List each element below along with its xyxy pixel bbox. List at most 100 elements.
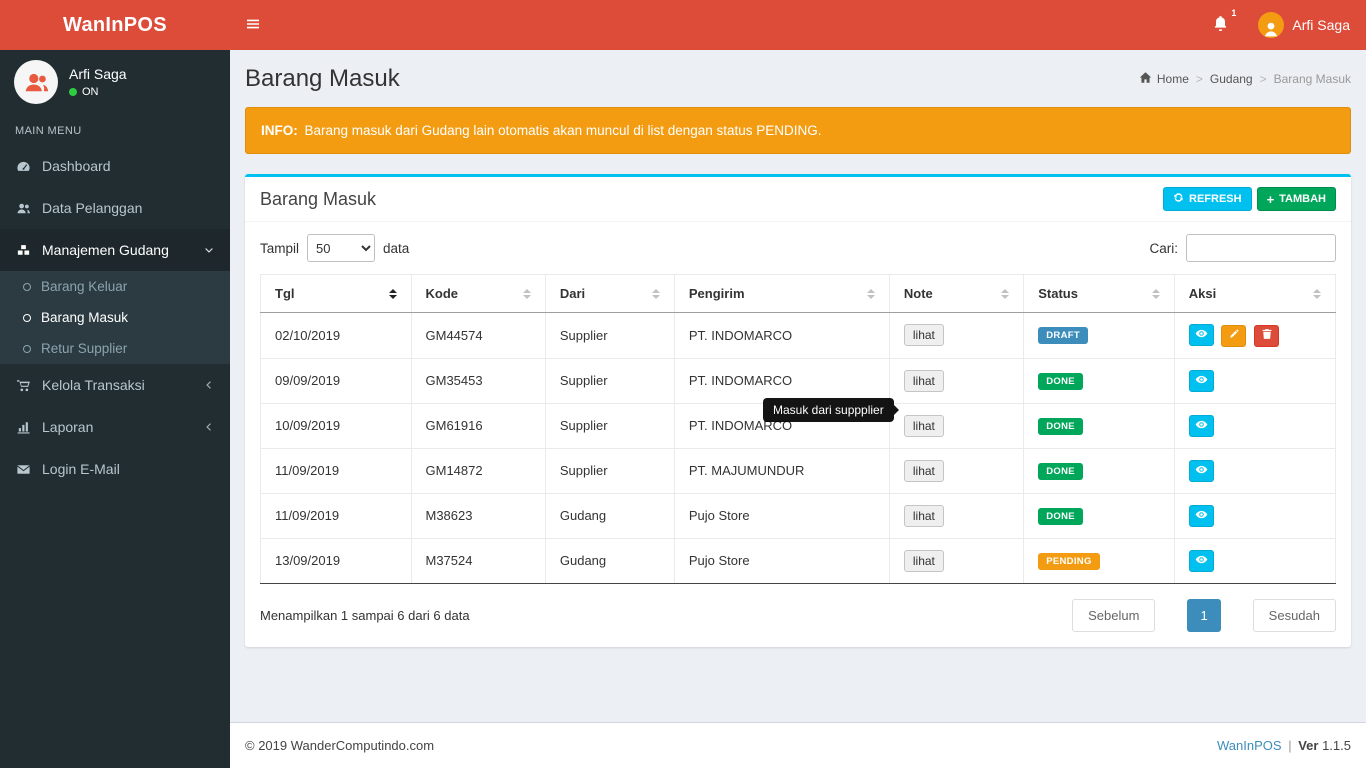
dashboard-icon [15,159,32,174]
cell-aksi [1173,312,1337,359]
cell-tgl: 10/09/2019 [260,402,412,449]
sidebar-item-laporan[interactable]: Laporan [0,406,230,448]
sidebar-toggle-button[interactable] [230,0,276,50]
refresh-button[interactable]: REFRESH [1163,187,1252,211]
table-header-row: Tgl Kode Dari Pengirim Note Status Aksi [260,274,1337,313]
table-controls: Tampil 50 data Cari: [260,234,1336,262]
view-button[interactable] [1188,459,1214,482]
sidebar-section-label: MAIN MENU [15,125,82,137]
view-button[interactable] [1188,504,1214,527]
status-badge: DONE [1038,462,1083,480]
cell-aksi [1173,402,1337,449]
sidebar-item-label: Laporan [42,419,94,435]
table-row: 11/09/2019 M38623 Gudang Pujo Store liha… [260,492,1337,539]
cell-pengirim: Pujo Store [673,537,890,584]
sidebar-item-retur-supplier[interactable]: Retur Supplier [0,333,230,364]
lihat-button[interactable]: lihat [903,414,944,437]
search-input[interactable] [1186,234,1336,262]
sidebar-item-label: Retur Supplier [41,341,128,356]
length-select[interactable]: 50 [307,234,376,262]
lihat-button[interactable]: lihat [903,504,944,527]
online-status-label: ON [82,86,99,98]
view-button[interactable] [1188,549,1214,572]
delete-button[interactable] [1254,324,1279,347]
pagination: Sebelum 1 Sesudah [1072,598,1336,632]
sidebar-user-status: ON [69,86,127,98]
cell-kode: M37524 [410,537,546,584]
cell-dari: Supplier [544,312,675,359]
panel-title: Barang Masuk [260,188,377,209]
view-button[interactable] [1188,324,1214,346]
column-header-kode[interactable]: Kode [410,274,546,313]
info-alert: INFO: Barang masuk dari Gudang lain otom… [245,107,1351,154]
cell-note: lihat [888,312,1025,359]
sort-icon [1151,288,1160,299]
cell-tgl: 11/09/2019 [260,492,412,539]
column-header-pengirim[interactable]: Pengirim [673,274,890,313]
breadcrumb-separator: > [1259,72,1267,86]
user-menu[interactable]: Arfi Saga [1242,0,1366,50]
sidebar-item-data-pelanggan[interactable]: Data Pelanggan [0,187,230,229]
sidebar-item-barang-masuk[interactable]: Barang Masuk [0,302,230,333]
lihat-button[interactable]: lihat [903,549,944,572]
cell-aksi [1173,492,1337,539]
tambah-button[interactable]: + TAMBAH [1256,187,1336,211]
sort-icon [1313,288,1321,299]
cell-kode: GM44574 [410,312,546,359]
sort-icon [388,288,397,299]
sidebar-item-kelola-transaksi[interactable]: Kelola Transaksi [0,364,230,406]
chevron-down-icon [203,244,215,256]
column-header-note[interactable]: Note [888,274,1025,313]
eye-icon [1195,508,1208,524]
app-window: WanInPOS 1 Arfi Saga Arfi Saga ON MAIN M… [0,0,1366,768]
column-header-dari[interactable]: Dari [544,274,675,313]
sort-icon [651,288,660,299]
column-header-status[interactable]: Status [1023,274,1175,313]
tooltip-text: Masuk dari suppplier [773,403,884,417]
sort-icon [1001,288,1010,299]
pagination-next-button[interactable]: Sesudah [1252,598,1336,632]
sidebar-item-label: Manajemen Gudang [42,242,169,258]
bell-icon [1213,16,1228,34]
cell-status: DONE [1023,357,1175,404]
column-header-aksi[interactable]: Aksi [1173,274,1337,313]
eye-icon [1195,463,1208,479]
circle-icon [23,344,31,353]
page-footer: © 2019 WanderComputindo.com WanInPOS | V… [230,722,1366,768]
sort-icon [866,288,875,299]
sidebar-item-dashboard[interactable]: Dashboard [0,145,230,187]
sidebar-item-manajemen-gudang[interactable]: Manajemen Gudang [0,229,230,271]
cell-status: DONE [1023,402,1175,449]
sidebar-item-login-email[interactable]: Login E-Mail [0,448,230,490]
status-badge: DONE [1038,417,1083,435]
column-header-tgl[interactable]: Tgl [260,274,412,313]
cell-aksi [1173,357,1337,404]
sidebar-item-barang-keluar[interactable]: Barang Keluar [0,271,230,302]
view-button[interactable] [1188,414,1214,437]
lihat-button[interactable]: lihat [903,369,944,392]
cell-note: lihat [888,357,1025,404]
cell-tgl: 11/09/2019 [260,447,412,494]
bar-chart-icon [15,420,32,435]
edit-button[interactable] [1221,324,1247,347]
breadcrumb-gudang-link[interactable]: Gudang [1210,72,1253,86]
cell-status: DONE [1023,492,1175,539]
table-row: 11/09/2019 GM14872 Supplier PT. MAJUMUND… [260,447,1337,494]
lihat-button[interactable]: lihat [903,459,944,482]
pagination-page-button[interactable]: 1 [1187,598,1221,632]
search-label: Cari: [1149,240,1178,256]
envelope-icon [15,462,32,477]
navbar-menu: 1 Arfi Saga [1199,0,1366,50]
cell-aksi [1173,537,1337,584]
notifications-button[interactable]: 1 [1199,0,1242,50]
pagination-prev-button[interactable]: Sebelum [1072,598,1156,632]
brand-logo[interactable]: WanInPOS [0,0,230,50]
view-button[interactable] [1188,369,1214,392]
cell-kode: M38623 [410,492,546,539]
tooltip: Masuk dari suppplier [763,398,899,422]
sidebar-item-label: Barang Masuk [41,310,129,325]
footer-version-number: 1.1.5 [1322,738,1351,753]
breadcrumb-home-link[interactable]: Home [1139,71,1189,87]
refresh-icon [1173,192,1184,206]
lihat-button[interactable]: lihat [903,324,944,347]
